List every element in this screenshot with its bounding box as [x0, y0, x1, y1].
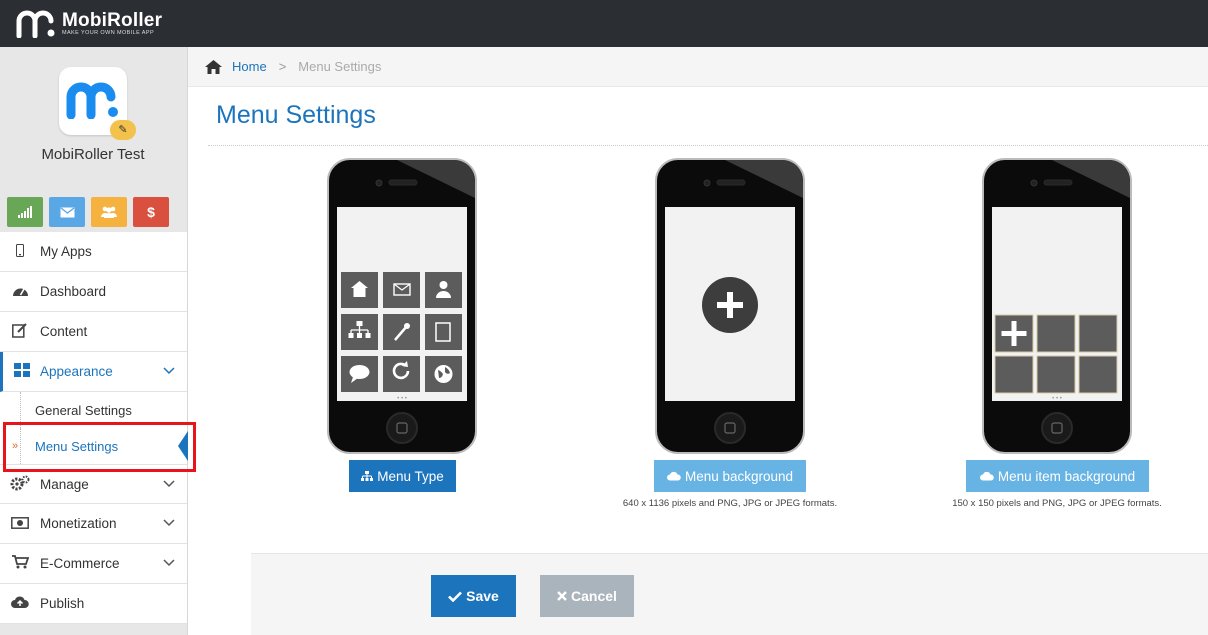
- messages-button[interactable]: [49, 197, 85, 227]
- cogs-icon: [0, 475, 40, 494]
- edit-app-icon[interactable]: ✎: [110, 120, 136, 140]
- sidebar-item-publish[interactable]: Publish: [0, 584, 187, 624]
- cloud-upload-icon: [666, 471, 681, 481]
- top-bar: MobiRoller MAKE YOUR OWN MOBILE APP: [0, 0, 1208, 47]
- svg-text:• • •: • • •: [1052, 396, 1062, 402]
- menu-type-button-label: Menu Type: [377, 468, 444, 484]
- money-icon: [0, 516, 40, 532]
- quick-actions: $: [7, 197, 169, 227]
- mobile-icon: [0, 243, 40, 260]
- menu-grid-tiles: [341, 272, 462, 392]
- sidebar-item-ecommerce[interactable]: E-Commerce: [0, 544, 187, 584]
- sidebar-item-content[interactable]: Content: [0, 312, 187, 352]
- globe-icon: [434, 365, 453, 383]
- cart-icon: [0, 555, 40, 572]
- sidebar-item-label: Appearance: [40, 364, 113, 379]
- billing-button[interactable]: $: [133, 197, 169, 227]
- form-footer: Save Cancel: [251, 553, 1208, 635]
- app-logo-icon: [66, 82, 118, 119]
- menu-item-background-preview: • • •: [982, 158, 1132, 454]
- chat-icon: [349, 365, 370, 379]
- check-icon: [448, 591, 463, 602]
- save-button-label: Save: [466, 588, 499, 604]
- cancel-button-label: Cancel: [571, 588, 617, 604]
- menu-type-button[interactable]: Menu Type: [349, 460, 456, 492]
- sitemap-icon: [356, 321, 363, 326]
- brand-tagline: MAKE YOUR OWN MOBILE APP: [62, 30, 155, 37]
- sidebar-item-label: Content: [40, 324, 88, 339]
- brand-logo[interactable]: MobiRoller MAKE YOUR OWN MOBILE APP: [16, 10, 162, 38]
- sidebar: ✎ MobiRoller Test $ My Apps Dashboard Co…: [0, 47, 188, 635]
- user-icon: [439, 281, 448, 289]
- svg-text:• • •: • • •: [397, 396, 407, 402]
- dollar-icon: $: [147, 204, 155, 220]
- breadcrumb-separator: >: [278, 59, 287, 74]
- sidebar-item-my-apps[interactable]: My Apps: [0, 232, 187, 272]
- menu-background-upload-button[interactable]: Menu background: [654, 460, 806, 492]
- sidebar-item-dashboard[interactable]: Dashboard: [0, 272, 187, 312]
- sidebar-item-label: Dashboard: [40, 284, 107, 299]
- breadcrumb: Home > Menu Settings: [188, 47, 1208, 87]
- brand-name: MobiRoller: [62, 10, 163, 32]
- menu-item-background-upload-button[interactable]: Menu item background: [966, 460, 1149, 492]
- chevron-down-icon: [163, 480, 175, 488]
- cloud-upload-icon: [0, 596, 40, 612]
- app-name: MobiRoller Test: [41, 146, 145, 163]
- sidebar-subitem-label: General Settings: [35, 402, 132, 418]
- chevron-down-icon: [163, 367, 175, 375]
- highlight-annotation: [3, 422, 196, 472]
- chevron-down-icon: [163, 559, 175, 567]
- menu-type-preview: • • •: [327, 158, 477, 454]
- menu-background-preview: [655, 158, 805, 454]
- mobiroller-logo-icon: [16, 10, 55, 38]
- users-icon: [101, 206, 117, 218]
- sidebar-item-label: Manage: [40, 476, 89, 492]
- breadcrumb-home-link[interactable]: Home: [232, 59, 267, 74]
- dashboard-gauge-icon: [0, 284, 40, 300]
- title-divider: [208, 145, 1208, 146]
- menu-background-hint: 640 x 1136 pixels and PNG, JPG or JPEG f…: [622, 498, 838, 509]
- save-button[interactable]: Save: [431, 575, 516, 617]
- stats-button[interactable]: [7, 197, 43, 227]
- page-title: Menu Settings: [216, 101, 376, 129]
- edit-document-icon: [0, 322, 40, 341]
- signal-icon: [18, 206, 32, 218]
- sidebar-item-appearance[interactable]: Appearance: [0, 352, 187, 392]
- menu-item-background-hint: 150 x 150 pixels and PNG, JPG or JPEG fo…: [952, 498, 1162, 509]
- users-button[interactable]: [91, 197, 127, 227]
- home-icon[interactable]: [205, 59, 222, 74]
- sidebar-item-label: Publish: [40, 596, 85, 611]
- cloud-upload-icon: [979, 471, 994, 481]
- mail-icon: [60, 206, 74, 217]
- grid-icon: [3, 363, 40, 380]
- menu-background-button-label: Menu background: [684, 468, 794, 484]
- menu-item-background-button-label: Menu item background: [997, 468, 1136, 484]
- cancel-button[interactable]: Cancel: [540, 575, 634, 617]
- sitemap-icon: [361, 470, 374, 481]
- close-icon: [557, 591, 567, 601]
- chevron-down-icon: [163, 519, 175, 527]
- sidebar-item-label: Monetization: [40, 516, 117, 531]
- sidebar-item-label: E-Commerce: [40, 556, 120, 571]
- breadcrumb-current: Menu Settings: [298, 59, 382, 74]
- sidebar-item-monetization[interactable]: Monetization: [0, 504, 187, 544]
- sidebar-item-label: My Apps: [40, 244, 92, 259]
